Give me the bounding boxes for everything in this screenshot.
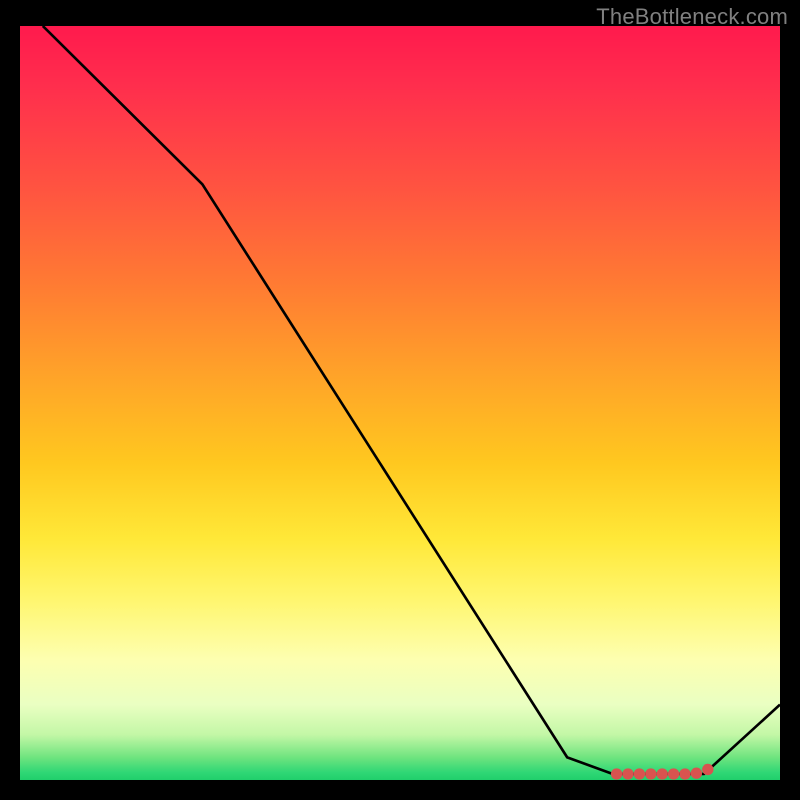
marker-dot <box>645 768 656 779</box>
marker-dot <box>622 768 633 779</box>
marker-dot <box>679 768 690 779</box>
marker-dot <box>691 768 702 779</box>
marker-dot <box>657 768 668 779</box>
plot-frame <box>20 26 780 780</box>
plot-area <box>20 26 780 780</box>
marker-dot <box>702 764 713 775</box>
marker-dot <box>668 768 679 779</box>
minimum-band-markers <box>611 764 714 780</box>
bottleneck-curve <box>43 26 780 774</box>
chart-root: TheBottleneck.com <box>0 0 800 800</box>
marker-dot <box>611 768 622 779</box>
plot-svg <box>20 26 780 780</box>
watermark-text: TheBottleneck.com <box>596 4 788 30</box>
series-line-group <box>43 26 780 774</box>
marker-dot <box>634 768 645 779</box>
